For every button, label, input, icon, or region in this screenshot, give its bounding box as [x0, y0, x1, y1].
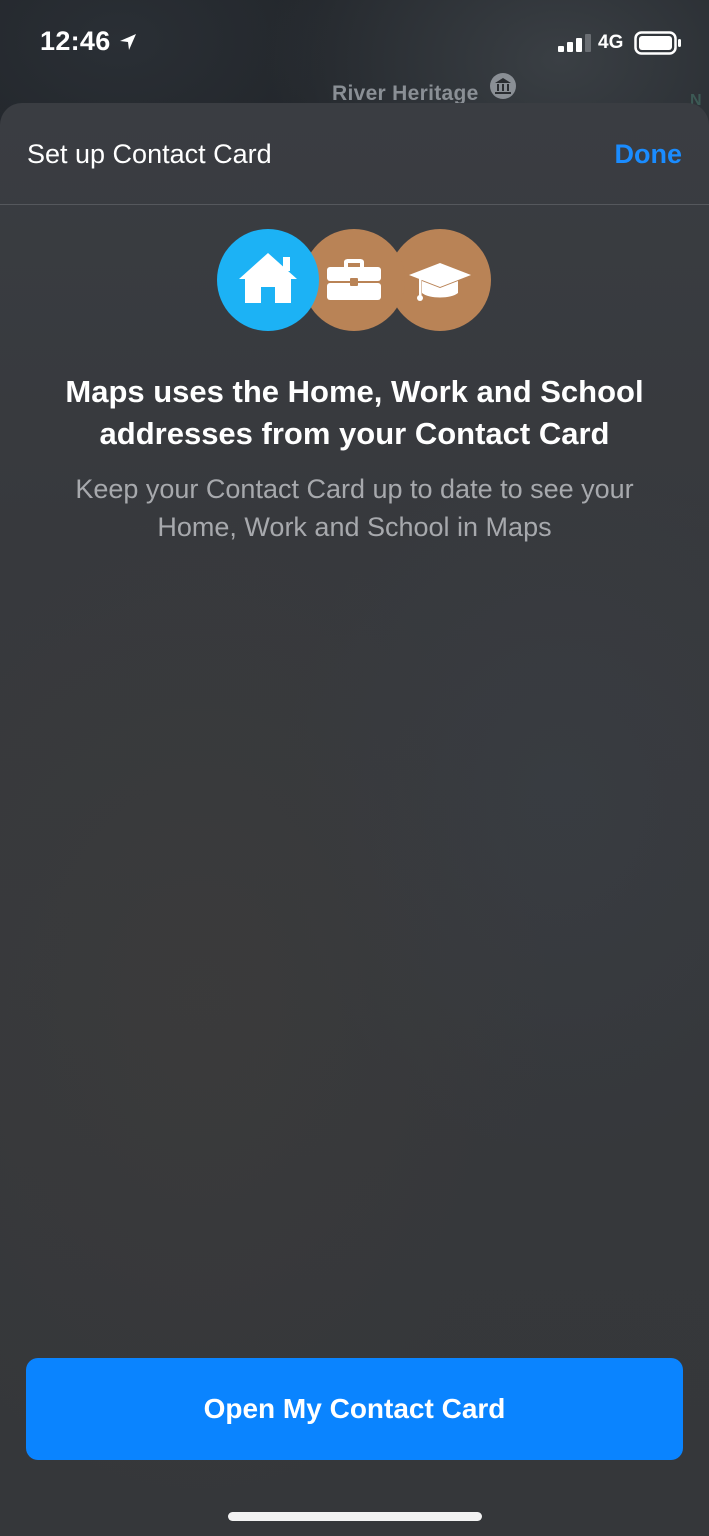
network-type: 4G [598, 32, 624, 53]
sheet-title: Set up Contact Card [27, 139, 272, 169]
status-time: 12:46 [40, 26, 111, 56]
home-icon [239, 253, 297, 303]
home-circle [217, 229, 319, 331]
location-arrow-icon [120, 34, 136, 50]
signal-icon [558, 34, 591, 52]
description: Keep your Contact Card up to date to see… [75, 474, 634, 542]
done-button[interactable]: Done [615, 139, 683, 170]
maps-screen: 12:46 4G River Heritage N Set up Contact… [0, 0, 709, 1536]
contact-card-sheet: Set up Contact Card Done Maps uses the H… [0, 103, 709, 1536]
headline: Maps uses the Home, Work and School addr… [65, 374, 644, 451]
address-type-icons [0, 229, 709, 333]
open-contact-card-button[interactable]: Open My Contact Card [26, 1358, 683, 1460]
status-bar: 12:46 4G [0, 0, 709, 88]
home-indicator[interactable] [228, 1512, 482, 1521]
museum-icon[interactable] [489, 72, 517, 100]
battery-icon [634, 31, 681, 55]
sheet-header: Set up Contact Card Done [0, 103, 709, 205]
